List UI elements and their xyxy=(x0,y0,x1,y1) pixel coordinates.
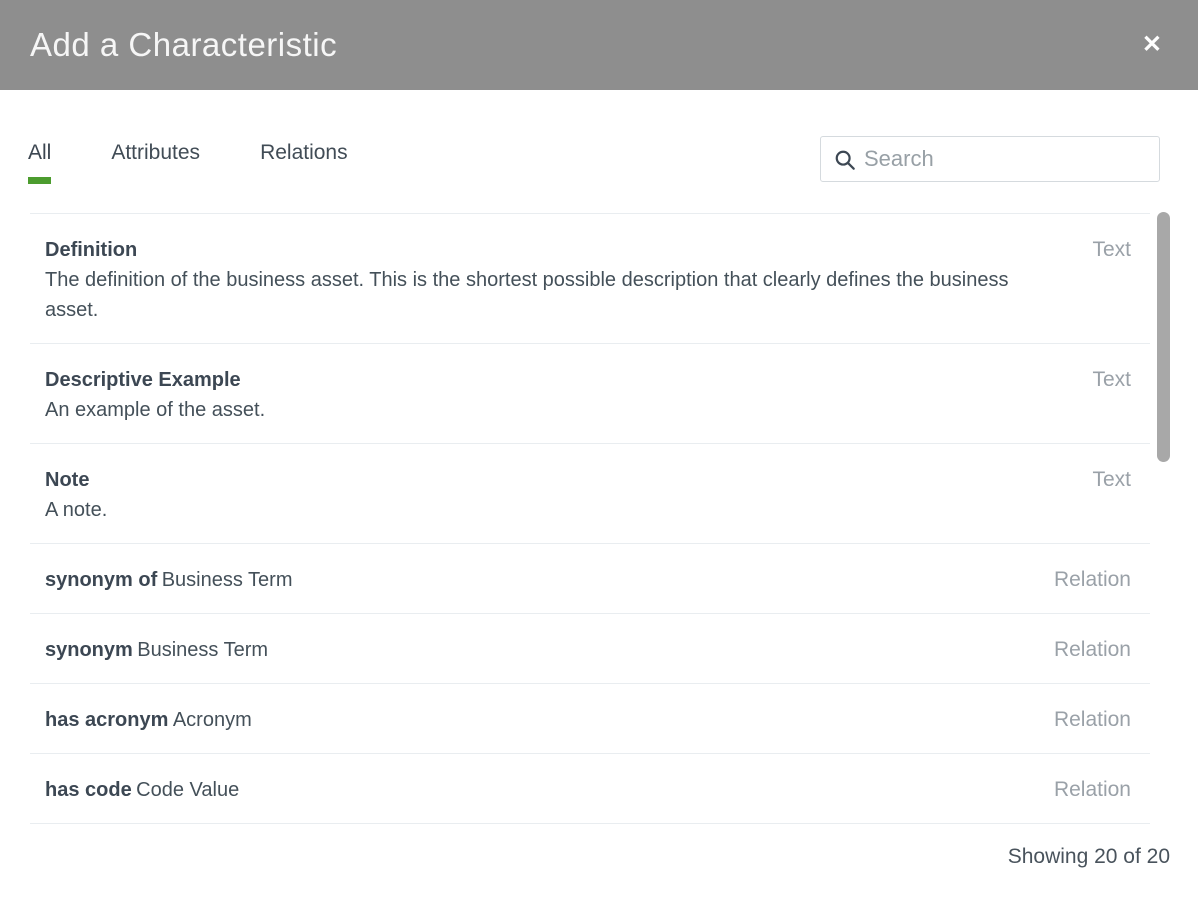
tab-all[interactable]: All xyxy=(28,141,51,184)
tab-relations[interactable]: Relations xyxy=(260,141,348,184)
relation-name: synonym of xyxy=(45,569,157,591)
tab-attributes[interactable]: Attributes xyxy=(111,141,200,184)
list-item-definition[interactable]: Definition The definition of the busines… xyxy=(30,214,1150,344)
characteristic-type-label: Relation xyxy=(1034,635,1131,665)
relation-target: Code Value xyxy=(136,779,239,801)
relation-target: Business Term xyxy=(137,639,268,661)
tab-bar: All Attributes Relations xyxy=(28,136,408,184)
list-item-note[interactable]: Note A note. Text xyxy=(30,444,1150,544)
relation-name: synonym xyxy=(45,639,133,661)
list-item-has-code[interactable]: has code Code Value Relation xyxy=(30,754,1150,824)
characteristic-type-label: Relation xyxy=(1034,705,1131,735)
scrollbar-thumb[interactable] xyxy=(1157,212,1170,462)
list-item-synonym-of[interactable]: synonym of Business Term Relation xyxy=(30,544,1150,614)
relation-name: has code xyxy=(45,779,132,801)
item-main: Descriptive Example An example of the as… xyxy=(45,365,1072,425)
relation-name: has acronym xyxy=(45,709,168,731)
characteristic-type-label: Relation xyxy=(1034,775,1131,805)
list-item-has-acronym[interactable]: has acronym Acronym Relation xyxy=(30,684,1150,754)
characteristic-name: Definition xyxy=(45,235,1072,265)
relation-target: Acronym xyxy=(173,709,252,731)
characteristics-list: Definition The definition of the busines… xyxy=(30,213,1150,824)
search-icon xyxy=(834,149,856,171)
characteristic-type-label: Text xyxy=(1072,465,1131,495)
item-main: Note A note. xyxy=(45,465,1072,525)
characteristic-name: Descriptive Example xyxy=(45,365,1072,395)
item-main: has acronym Acronym xyxy=(45,705,1034,735)
characteristic-description: An example of the asset. xyxy=(45,395,1050,425)
add-characteristic-dialog: Add a Characteristic ✕ All Attributes Re… xyxy=(0,0,1198,899)
relation-target: Business Term xyxy=(162,569,293,591)
list-item-synonym[interactable]: synonym Business Term Relation xyxy=(30,614,1150,684)
search-input[interactable] xyxy=(821,137,1159,181)
list-item-descriptive-example[interactable]: Descriptive Example An example of the as… xyxy=(30,344,1150,444)
item-main: Definition The definition of the busines… xyxy=(45,235,1072,325)
result-count: Showing 20 of 20 xyxy=(30,842,1170,872)
characteristic-description: The definition of the business asset. Th… xyxy=(45,265,1050,325)
item-main: synonym Business Term xyxy=(45,635,1034,665)
characteristic-type-label: Text xyxy=(1072,365,1131,395)
characteristic-type-label: Text xyxy=(1072,235,1131,265)
dialog-header: Add a Characteristic ✕ xyxy=(0,0,1198,90)
toolbar: All Attributes Relations xyxy=(0,90,1198,184)
close-icon[interactable]: ✕ xyxy=(1138,29,1166,61)
characteristic-description: A note. xyxy=(45,495,1050,525)
search-box xyxy=(820,136,1160,182)
item-main: synonym of Business Term xyxy=(45,565,1034,595)
item-main: has code Code Value xyxy=(45,775,1034,805)
dialog-title: Add a Characteristic xyxy=(30,26,337,64)
characteristic-name: Note xyxy=(45,465,1072,495)
characteristic-type-label: Relation xyxy=(1034,565,1131,595)
